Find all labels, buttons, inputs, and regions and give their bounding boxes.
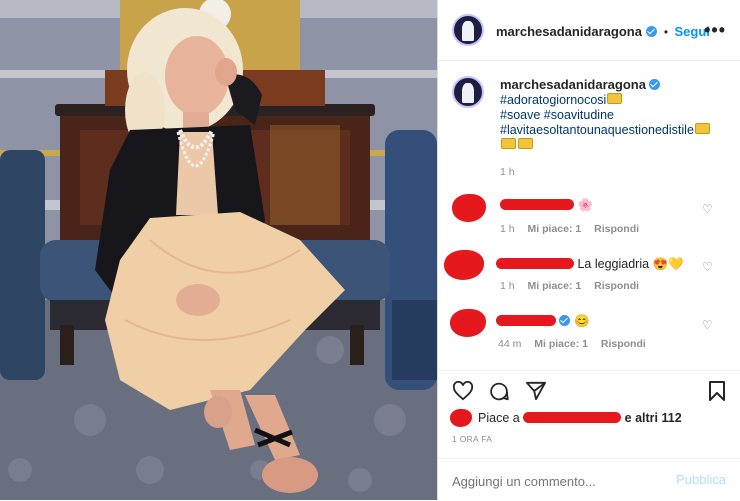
emoji-icon (501, 138, 516, 149)
comment-meta: 1 h Mi piace: 1 Rispondi (500, 280, 639, 292)
comment-body: 🌸 (500, 198, 593, 213)
emoji-icon (694, 123, 710, 134)
comment-meta: 1 h Mi piace: 1 Rispondi (500, 223, 639, 235)
bookmark-icon[interactable] (708, 380, 726, 402)
caption-username[interactable]: marchesadanidaragona (500, 77, 646, 92)
like-heart-icon[interactable] (452, 381, 474, 401)
comment-like-icon[interactable]: ♡ (702, 202, 714, 216)
commenter-username-redacted[interactable] (496, 315, 556, 326)
reply-button[interactable]: Rispondi (601, 338, 646, 350)
header-userline: marchesadanidaragona • Segui (496, 23, 710, 41)
caption-avatar[interactable] (452, 76, 484, 108)
post-sidebar: marchesadanidaragona • Segui ••• marches… (437, 0, 740, 500)
caption: marchesadanidaragona #adoratogiornocosi … (500, 77, 725, 180)
verified-icon (649, 79, 661, 90)
comment-emoji: 😍💛 (652, 257, 684, 271)
commenter-username-redacted[interactable] (500, 199, 574, 210)
comment-likes[interactable]: Mi piace: 1 (528, 223, 582, 235)
comment-text: La leggiadria (577, 257, 650, 271)
publish-button[interactable]: Pubblica (676, 472, 726, 487)
verified-icon (646, 26, 658, 37)
likes-prefix: Piace a (478, 411, 520, 425)
comment-bubble-icon[interactable] (488, 381, 510, 402)
comment-emoji: 🌸 (577, 198, 594, 212)
hashtag-link[interactable]: #soave (500, 108, 540, 122)
share-send-icon[interactable] (525, 381, 547, 401)
comment-likes[interactable]: Mi piace: 1 (534, 338, 588, 350)
photo-illustration (0, 0, 437, 500)
comment-likes[interactable]: Mi piace: 1 (528, 280, 582, 292)
reply-button[interactable]: Rispondi (594, 223, 639, 235)
liker-username-redacted[interactable] (523, 412, 622, 423)
hashtag-link[interactable]: #lavitaesoltantounaquestionedistile (500, 123, 694, 137)
hashtag-link[interactable]: #adoratogiornocosi (500, 93, 606, 107)
commenter-username-redacted[interactable] (496, 258, 574, 269)
header-username[interactable]: marchesadanidaragona (496, 24, 642, 39)
reply-button[interactable]: Rispondi (594, 280, 639, 292)
emoji-icon (518, 138, 533, 149)
instagram-post: marchesadanidaragona • Segui ••• marches… (0, 0, 740, 500)
comment-like-icon[interactable]: ♡ (702, 260, 714, 274)
comment-like-icon[interactable]: ♡ (702, 318, 714, 332)
likes-others[interactable]: e altri (625, 411, 658, 425)
post-actions: Piace a e altri 112 1 ORA FA (438, 370, 740, 444)
post-header: marchesadanidaragona • Segui ••• (438, 0, 740, 61)
header-separator: • (663, 25, 669, 39)
add-comment-bar: Pubblica (438, 458, 740, 501)
comment-time[interactable]: 44 m (498, 338, 521, 350)
liker-avatar[interactable] (450, 409, 472, 427)
verified-icon (559, 315, 571, 326)
caption-time[interactable]: 1 h (500, 165, 725, 180)
more-options-icon[interactable]: ••• (704, 20, 726, 41)
comment-time[interactable]: 1 h (500, 223, 515, 235)
commenter-avatar[interactable] (444, 250, 484, 280)
post-timestamp[interactable]: 1 ORA FA (452, 434, 492, 444)
comment-body: 😊 (496, 314, 590, 329)
hashtag-link[interactable]: #soavitudine (544, 108, 614, 122)
emoji-icon (607, 93, 623, 104)
likes-count[interactable]: 112 (662, 411, 682, 425)
commenter-avatar[interactable] (450, 309, 486, 337)
post-photo[interactable] (0, 0, 437, 500)
comment-input[interactable] (450, 469, 669, 493)
comment-body: La leggiadria 😍💛 (496, 257, 684, 272)
comment-meta: 44 m Mi piace: 1 Rispondi (498, 338, 646, 350)
likes-summary: Piace a e altri 112 (478, 411, 682, 425)
comment-emoji: 😊 (573, 314, 590, 328)
author-avatar[interactable] (452, 14, 484, 46)
comment-time[interactable]: 1 h (500, 280, 515, 292)
commenter-avatar[interactable] (452, 194, 486, 222)
